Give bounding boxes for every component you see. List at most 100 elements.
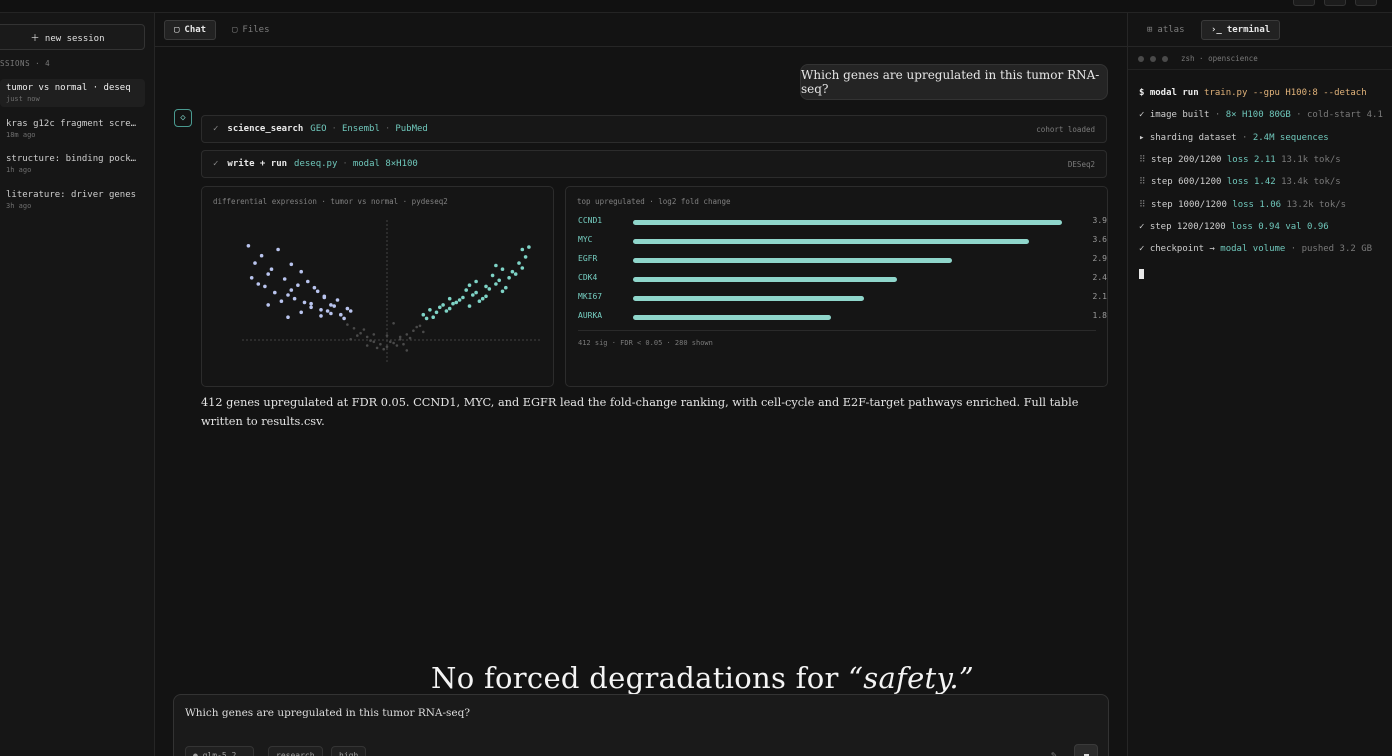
line-highlight: loss 0.94: [1231, 222, 1280, 232]
volcano-point-down: [329, 303, 333, 307]
volcano-point-up: [510, 269, 515, 274]
session-title: structure: binding pock…: [6, 154, 137, 164]
terminal-line: ✓ step 1200/1200 loss 0.94 val 0.96: [1139, 222, 1329, 232]
session-item[interactable]: tumor vs normal · deseq just now: [0, 79, 145, 107]
volcano-point-down: [306, 279, 310, 284]
tab-label: terminal: [1226, 25, 1271, 35]
session-item[interactable]: kras g12c fragment scre… 18m ago: [0, 115, 145, 143]
volcano-point-ns: [349, 338, 352, 341]
tool-call-science-search[interactable]: ✓ science_search GEO · Ensembl · PubMed …: [201, 115, 1107, 143]
bar: [633, 220, 1062, 225]
volcano-point-up: [494, 263, 498, 268]
volcano-point-ns: [385, 334, 389, 337]
window-button[interactable]: [1355, 0, 1377, 6]
volcano-point-ns: [372, 333, 376, 336]
volcano-point-up: [484, 284, 488, 289]
line-highlight: loss 1.06: [1232, 200, 1282, 210]
new-session-button[interactable]: ＋ new session: [0, 24, 145, 50]
bar-label: MKI67: [578, 292, 603, 301]
terminal-line: ✓ checkpoint → modal volume · pushed 3.2…: [1139, 244, 1373, 254]
volcano-point-ns: [392, 322, 395, 325]
volcano-point-up: [441, 303, 445, 307]
check-icon: ✓: [1139, 110, 1145, 120]
volcano-point-down: [312, 285, 317, 290]
terminal-icon: ›_: [1211, 25, 1222, 35]
volcano-point-up: [447, 296, 452, 301]
volcano-point-up: [474, 290, 478, 295]
tab-chat[interactable]: ▢ Chat: [164, 20, 217, 40]
mode-chip[interactable]: research: [268, 746, 323, 756]
volcano-point-down: [325, 309, 330, 313]
volcano-point-up: [434, 310, 439, 315]
volcano-point-ns: [418, 324, 422, 328]
bar-row: CCND1 3.9: [578, 216, 1107, 228]
stop-button[interactable]: [1074, 744, 1098, 756]
check-icon: ✓: [1139, 244, 1145, 254]
bar-label: AURKA: [578, 311, 603, 320]
bar-chart-panel: top upregulated · log2 fold change CCND1…: [565, 186, 1108, 387]
volcano-point-ns: [389, 340, 392, 344]
terminal-pane: ⊞ atlas ›_ terminal zsh · openscience $ …: [1127, 13, 1392, 756]
volcano-point-down: [299, 310, 303, 315]
volcano-point-ns: [346, 323, 349, 326]
volcano-point-down: [348, 309, 353, 313]
paperclip-icon[interactable]: ✎: [1051, 750, 1057, 756]
volcano-point-up: [467, 304, 472, 308]
session-time: just now: [6, 95, 40, 103]
line-detail: cold-start 4.1: [1307, 110, 1383, 120]
volcano-point-up: [471, 293, 475, 297]
tool-arg: Ensembl: [341, 124, 380, 134]
volcano-point-down: [289, 262, 294, 267]
tool-name: science_search: [227, 124, 304, 134]
caption-text: No forced degradations for: [431, 661, 849, 695]
tool-call-write-run[interactable]: ✓ write + run deseq.py · modal 8×H100 DE…: [201, 150, 1107, 178]
volcano-point-ns: [402, 342, 405, 346]
volcano-point-up: [517, 261, 521, 265]
terminal-subtitle: zsh · openscience: [1181, 54, 1258, 63]
terminal-header: zsh · openscience: [1128, 48, 1392, 70]
volcano-point-up: [457, 298, 462, 302]
bar-value: 2.1: [1092, 292, 1107, 301]
session-item[interactable]: structure: binding pock… 1h ago: [0, 150, 145, 178]
divider: [578, 330, 1096, 331]
line-highlight: modal volume: [1220, 244, 1286, 254]
volcano-plot-panel: differential expression · tumor vs norma…: [201, 186, 554, 387]
volcano-point-down: [319, 314, 323, 318]
tab-files[interactable]: ▢ Files: [223, 20, 279, 40]
volcano-point-down: [259, 253, 264, 258]
volcano-point-up: [480, 296, 485, 301]
volcano-point-down: [256, 282, 261, 286]
line-highlight: 2.4M sequences: [1252, 133, 1329, 143]
volcano-point-ns: [415, 325, 418, 329]
tab-terminal[interactable]: ›_ terminal: [1201, 20, 1281, 40]
bar-row: MYC 3.6: [578, 235, 1107, 247]
window-dot-icon: [1150, 56, 1156, 62]
tab-atlas[interactable]: ⊞ atlas: [1138, 20, 1194, 40]
effort-chip[interactable]: high: [331, 746, 367, 756]
volcano-point-down: [263, 284, 267, 289]
terminal-line: ⠿ step 200/1200 loss 2.11 13.1k tok/s: [1139, 155, 1341, 165]
volcano-point-up: [500, 267, 505, 271]
volcano-point-ns: [375, 346, 379, 350]
tool-arg: modal 8×H100: [352, 159, 418, 169]
volcano-point-ns: [359, 331, 362, 335]
window-button[interactable]: [1324, 0, 1346, 6]
volcano-point-down: [309, 301, 313, 306]
sessions-header: SSIONS · 4: [0, 59, 51, 68]
volcano-point-down: [292, 296, 297, 301]
volcano-point-down: [335, 298, 340, 302]
volcano-point-down: [246, 244, 251, 248]
window-button[interactable]: [1293, 0, 1315, 6]
volcano-point-ns: [356, 334, 359, 337]
volcano-point-down: [342, 316, 346, 321]
model-selector[interactable]: ● glm-5.2 ⌄: [185, 746, 254, 756]
volcano-point-up: [507, 276, 511, 280]
terminal-line: $ modal run train.py --gpu H100:8 --deta…: [1139, 88, 1367, 98]
video-caption: No forced degradations for “safety.”: [155, 661, 1250, 695]
bar-row: EGFR 2.9: [578, 254, 1107, 266]
session-item[interactable]: literature: driver genes 3h ago: [0, 186, 145, 214]
message-composer[interactable]: Which genes are upregulated in this tumo…: [173, 694, 1109, 756]
bar-value: 2.9: [1092, 254, 1107, 263]
composer-input[interactable]: Which genes are upregulated in this tumo…: [185, 707, 470, 719]
volcano-point-ns: [372, 340, 376, 344]
